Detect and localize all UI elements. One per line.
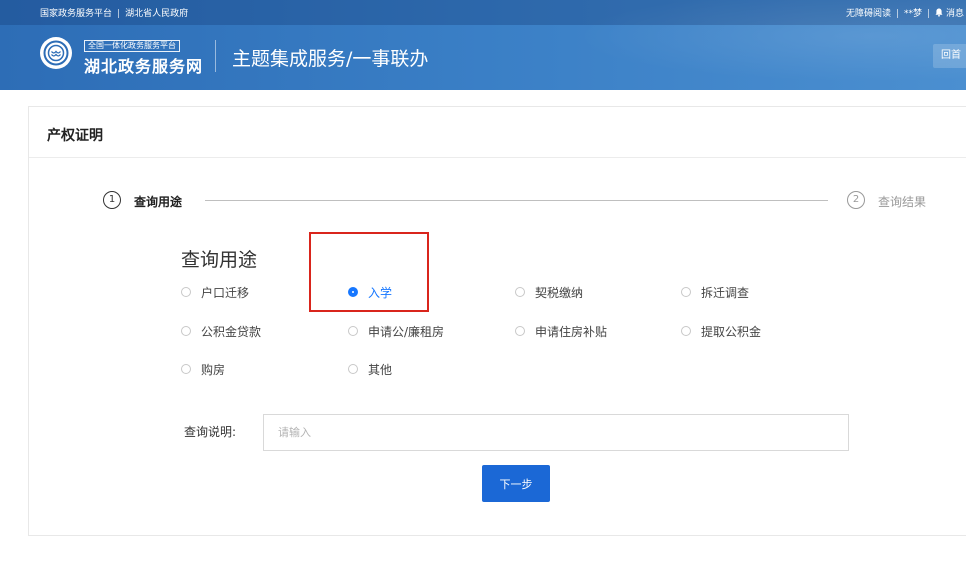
option-other[interactable]: 其他	[348, 359, 392, 379]
site-header: 国家政务服务平台 | 湖北省人民政府 无障碍阅读 | **梦 | 消息 全国一体化政务服务…	[0, 0, 966, 90]
topbar-user-area: 无障碍阅读 | **梦 | 消息	[846, 6, 964, 19]
accessibility-link[interactable]: 无障碍阅读	[846, 9, 891, 19]
separator: |	[927, 9, 931, 19]
bell-icon	[935, 8, 943, 17]
messages-label: 消息	[945, 9, 964, 19]
top-bar: 国家政务服务平台 | 湖北省人民政府 无障碍阅读 | **梦 | 消息	[0, 0, 966, 25]
radio-icon[interactable]	[181, 287, 191, 297]
option-label: 户口迁移	[201, 285, 250, 300]
radio-icon[interactable]	[515, 326, 525, 336]
option-house-purchase[interactable]: 购房	[181, 359, 225, 379]
radio-icon[interactable]	[181, 326, 191, 336]
option-label: 入学	[368, 285, 393, 300]
option-demolition-survey[interactable]: 拆迁调查	[681, 282, 749, 302]
next-step-button[interactable]: 下一步	[482, 465, 550, 502]
purpose-heading: 查询用途	[181, 249, 258, 271]
logo-emblem-icon[interactable]	[40, 37, 72, 69]
logo-subtitle: 全国一体化政务服务平台	[84, 40, 180, 52]
option-label: 契税缴纳	[535, 285, 584, 300]
description-label: 查询说明:	[184, 425, 237, 439]
radio-icon[interactable]	[681, 287, 691, 297]
step-connector-line	[205, 200, 828, 201]
description-input[interactable]	[263, 414, 849, 451]
step-1-number: 1	[103, 191, 121, 209]
radio-icon[interactable]	[515, 287, 525, 297]
messages-link[interactable]: 消息	[935, 8, 964, 19]
option-label: 申请公/廉租房	[368, 324, 445, 339]
option-school-enrollment[interactable]: 入学	[348, 282, 392, 302]
option-label: 其他	[368, 362, 393, 377]
option-deed-tax[interactable]: 契税缴纳	[515, 282, 583, 302]
option-provident-fund-loan[interactable]: 公积金贷款	[181, 321, 261, 341]
radio-checked-icon[interactable]	[348, 287, 358, 297]
option-withdraw-provident-fund[interactable]: 提取公积金	[681, 321, 761, 341]
option-label: 购房	[201, 362, 226, 377]
option-label: 公积金贷款	[201, 324, 262, 339]
emblem-icon	[43, 40, 69, 66]
card-title: 产权证明	[47, 128, 103, 144]
user-name[interactable]: **梦	[904, 9, 922, 19]
property-certificate-card: 产权证明 1 查询用途 2 查询结果 查询用途 户口迁移 入学 契税缴纳 拆迁调…	[28, 106, 966, 536]
radio-icon[interactable]	[181, 364, 191, 374]
option-housing-subsidy[interactable]: 申请住房补贴	[515, 321, 607, 341]
header-divider	[215, 40, 216, 72]
separator: |	[117, 9, 121, 19]
card-divider	[29, 157, 966, 158]
step-1-label: 查询用途	[134, 195, 183, 209]
home-button[interactable]: 回首	[933, 44, 966, 68]
page-title: 主题集成服务/一事联办	[232, 48, 429, 70]
link-hubei-government[interactable]: 湖北省人民政府	[125, 9, 188, 19]
radio-icon[interactable]	[348, 326, 358, 336]
radio-icon[interactable]	[348, 364, 358, 374]
option-label: 申请住房补贴	[535, 324, 608, 339]
link-national-platform[interactable]: 国家政务服务平台	[40, 9, 112, 19]
option-hukou-transfer[interactable]: 户口迁移	[181, 282, 249, 302]
step-2-label: 查询结果	[878, 195, 927, 209]
separator: |	[896, 9, 900, 19]
topbar-links: 国家政务服务平台 | 湖北省人民政府	[40, 6, 188, 19]
logo-text[interactable]: 湖北政务服务网	[84, 53, 203, 77]
radio-icon[interactable]	[681, 326, 691, 336]
step-2-number: 2	[847, 191, 865, 209]
option-public-housing[interactable]: 申请公/廉租房	[348, 321, 444, 341]
option-label: 提取公积金	[701, 324, 762, 339]
option-label: 拆迁调查	[701, 285, 750, 300]
